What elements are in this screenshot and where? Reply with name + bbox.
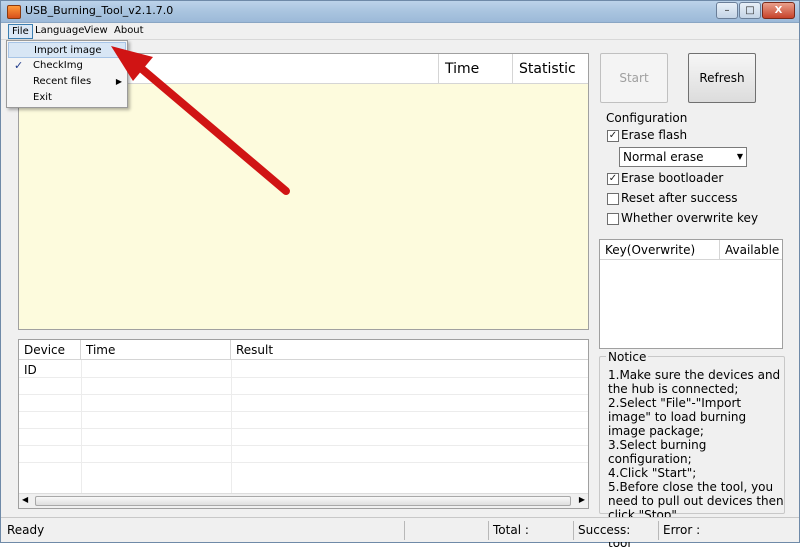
submenu-arrow-icon: ▶: [115, 77, 122, 86]
column-header-result[interactable]: Result: [231, 340, 588, 360]
exit-label: Exit: [33, 92, 52, 103]
erase-mode-select[interactable]: Normal erase ▼: [619, 147, 747, 167]
minimize-button[interactable]: –: [716, 2, 738, 19]
column-header-device-id[interactable]: Device ID: [19, 340, 81, 377]
column-header-time[interactable]: Time: [439, 54, 513, 84]
column-header-statistic[interactable]: Statistic: [513, 54, 588, 84]
divider: [658, 521, 659, 540]
divider: [488, 521, 489, 540]
menu-language[interactable]: Language: [32, 24, 87, 39]
reset-after-success-checkbox[interactable]: [607, 193, 619, 205]
divider: [573, 521, 574, 540]
app-icon: [7, 5, 21, 19]
refresh-button[interactable]: Refresh: [688, 53, 756, 103]
key-list[interactable]: Key(Overwrite) Available: [599, 239, 783, 349]
overwrite-key-checkbox[interactable]: [607, 213, 619, 225]
checkmark-icon: ✓: [14, 59, 24, 72]
device-table: Device ID Time Result ◀ ▶: [18, 339, 589, 509]
erase-mode-value: Normal erase: [623, 150, 704, 164]
grid-line: [19, 462, 588, 463]
total-label: Total :: [493, 523, 529, 537]
app-window: USB_Burning_Tool_v2.1.7.0 – □ X File Lan…: [0, 0, 800, 550]
window-title: USB_Burning_Tool_v2.1.7.0: [25, 4, 174, 17]
configuration-title: Configuration: [606, 111, 688, 125]
close-button[interactable]: X: [762, 2, 795, 19]
file-menu-dropdown: Import image ✓ CheckImg Recent files ▶ E…: [6, 40, 128, 108]
erase-bootloader-label: Erase bootloader: [621, 171, 724, 185]
menu-bar: File Language View About: [1, 23, 799, 40]
column-header-available[interactable]: Available: [720, 240, 782, 260]
grid-line: [81, 360, 82, 493]
horizontal-scrollbar[interactable]: ◀ ▶: [19, 493, 588, 508]
divider: [404, 521, 405, 540]
dropdown-arrow-icon: ▼: [736, 152, 743, 161]
grid-line: [19, 394, 588, 395]
recent-files-label: Recent files: [33, 76, 92, 87]
start-button[interactable]: Start: [600, 53, 668, 103]
success-label: Success:: [578, 523, 631, 537]
menu-item-import-image[interactable]: Import image: [8, 42, 126, 58]
menu-view[interactable]: View: [81, 24, 111, 39]
reset-after-success-label: Reset after success: [621, 191, 738, 205]
menu-item-checkimg[interactable]: ✓ CheckImg: [8, 58, 126, 74]
menu-file[interactable]: File: [8, 24, 33, 39]
scroll-thumb[interactable]: [35, 496, 571, 506]
import-image-label: Import image: [34, 45, 102, 56]
erase-bootloader-checkbox[interactable]: ✓: [607, 173, 619, 185]
grid-line: [19, 428, 588, 429]
erase-flash-label: Erase flash: [621, 128, 688, 142]
scroll-right-icon[interactable]: ▶: [579, 495, 585, 504]
status-text: Ready: [7, 523, 45, 537]
grid-line: [19, 445, 588, 446]
grid-line: [231, 360, 232, 493]
column-header-time[interactable]: Time: [81, 340, 231, 360]
notice-title: Notice: [606, 350, 649, 364]
grid-line: [19, 411, 588, 412]
status-bar: Ready Total : Success: Error :: [1, 517, 799, 542]
menu-item-exit[interactable]: Exit: [8, 90, 126, 106]
menu-about[interactable]: About: [111, 24, 147, 39]
menu-item-recent-files[interactable]: Recent files ▶: [8, 74, 126, 90]
maximize-button[interactable]: □: [739, 2, 761, 19]
overwrite-key-label: Whether overwrite key: [621, 211, 759, 225]
error-label: Error :: [663, 523, 701, 537]
grid-line: [19, 377, 588, 378]
column-header-key[interactable]: Key(Overwrite): [600, 240, 720, 260]
checkimg-label: CheckImg: [33, 60, 83, 71]
scroll-left-icon[interactable]: ◀: [22, 495, 28, 504]
progress-area: [19, 84, 588, 329]
title-bar: USB_Burning_Tool_v2.1.7.0 – □ X: [1, 1, 799, 23]
erase-flash-checkbox[interactable]: ✓: [607, 130, 619, 142]
